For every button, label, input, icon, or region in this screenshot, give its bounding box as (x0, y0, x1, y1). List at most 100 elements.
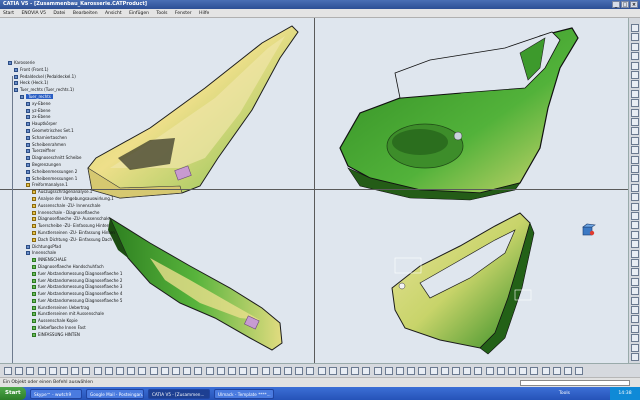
toolbar-tool-icon[interactable] (519, 367, 528, 375)
toolbar-tool-icon[interactable] (295, 367, 304, 375)
toolbar-tool-icon[interactable] (116, 367, 124, 375)
tree-node[interactable]: Scheibenmessungen 1 (8, 176, 158, 183)
toolbar-tool-icon[interactable] (631, 343, 639, 352)
toolbar-tool-icon[interactable] (272, 367, 281, 375)
toolbar-tool-icon[interactable] (149, 367, 158, 375)
tree-node[interactable]: xy-Ebene (8, 101, 158, 108)
toolbar-tool-icon[interactable] (429, 367, 438, 375)
tree-node[interactable]: Kunstlerseinen Uebertrag (8, 305, 158, 312)
command-input[interactable] (520, 380, 630, 386)
toolbar-tool-icon[interactable] (93, 367, 102, 375)
tree-node[interactable]: fuer Abstandsmessung Diagnoseflaeche 4 (8, 291, 158, 298)
toolbar-tool-icon[interactable] (418, 367, 427, 375)
toolbar-tool-icon[interactable] (631, 334, 639, 343)
menu-enovia[interactable]: ENOVIA V5 (18, 9, 49, 18)
toolbar-tool-icon[interactable] (631, 155, 639, 164)
toolbar-tool-icon[interactable] (631, 212, 639, 220)
toolbar-tool-icon[interactable] (631, 306, 639, 314)
toolbar-tool-icon[interactable] (631, 268, 639, 277)
tree-node[interactable]: Kunstlerseinen -ZU- Einfassung Hinten (8, 230, 158, 237)
tree-node[interactable]: fuer Abstandsmessung Diagnoseflaeche 5 (8, 298, 158, 305)
toolbar-tool-icon[interactable] (631, 240, 639, 249)
toolbar-tool-icon[interactable] (216, 367, 225, 375)
tree-node[interactable]: Tuer_rechts (8, 93, 158, 101)
toolbar-tool-icon[interactable] (37, 367, 46, 375)
toolbar-tool-icon[interactable] (631, 249, 639, 258)
toolbar-tool-icon[interactable] (631, 165, 639, 173)
toolbar-tool-icon[interactable] (463, 367, 472, 375)
toolbar-tool-icon[interactable] (631, 193, 639, 202)
toolbar-tool-icon[interactable] (328, 367, 337, 375)
toolbar-tool-icon[interactable] (284, 367, 292, 375)
toolbar-tool-icon[interactable] (496, 367, 505, 375)
toolbar-tool-icon[interactable] (631, 118, 639, 126)
tree-node[interactable]: Tuer_rechts (Tuer_rechts.1) (8, 87, 158, 94)
tree-node[interactable]: Aussenschale Kopie (8, 318, 158, 325)
toolbar-tool-icon[interactable] (631, 230, 639, 239)
tree-node[interactable]: Innenschale (8, 250, 158, 257)
toolbar-tool-icon[interactable] (306, 367, 315, 375)
tree-node[interactable]: Diagnoseflaeche Handschuhfach (8, 264, 158, 271)
toolbar-tool-icon[interactable] (530, 367, 539, 375)
tree-node[interactable]: Hauptkörper (8, 121, 158, 128)
tree-node[interactable]: Innenschale - Diagnoseflaeche (8, 210, 158, 217)
tree-node[interactable]: Scheibenmessungen 2 (8, 169, 158, 176)
toolbar-tool-icon[interactable] (631, 61, 639, 70)
toolbar-tool-icon[interactable] (631, 183, 639, 192)
toolbar-tool-icon[interactable] (194, 367, 203, 375)
toolbar-tool-icon[interactable] (631, 136, 639, 145)
tree-node[interactable]: INNENSCHALE (8, 257, 158, 264)
toolbar-tool-icon[interactable] (564, 367, 572, 375)
task-catia[interactable]: CATIA V5 - [Zusammen... (148, 388, 210, 399)
toolbar-tool-icon[interactable] (631, 202, 639, 211)
toolbar-tool-icon[interactable] (631, 277, 639, 286)
toolbar-tool-icon[interactable] (71, 367, 80, 375)
start-button[interactable]: Start (0, 387, 26, 400)
menu-tools[interactable]: Tools (153, 9, 170, 18)
tree-node[interactable]: Scharniertaschen (8, 135, 158, 142)
toolbar-tool-icon[interactable] (104, 367, 113, 375)
toolbar-tool-icon[interactable] (474, 367, 483, 375)
tree-node[interactable]: Diagnoseschnitt Scheibe (8, 155, 158, 162)
toolbar-tool-icon[interactable] (552, 367, 561, 375)
tree-node[interactable]: Begrenzungen (8, 162, 158, 169)
toolbar-tool-icon[interactable] (631, 146, 639, 155)
toolbar-tool-icon[interactable] (631, 315, 639, 324)
tree-node[interactable]: fuer Abstandsmessung Diagnoseflaeche 3 (8, 284, 158, 291)
tree-node[interactable]: Tuerscheibe -ZU- Einfassung Hinten (8, 223, 158, 230)
tree-node[interactable]: Kunstlerseinen mit Aussenschale (8, 311, 158, 318)
toolbar-tool-icon[interactable] (205, 367, 214, 375)
tree-node[interactable]: Dach Dichtung -ZU- Einfassung Dach (8, 237, 158, 244)
menu-hilfe[interactable]: Hilfe (196, 9, 212, 18)
tree-node[interactable]: Tuerzeiffner (8, 148, 158, 155)
toolbar-tool-icon[interactable] (631, 259, 639, 267)
toolbar-tool-icon[interactable] (452, 367, 460, 375)
tree-node[interactable]: fuer Abstandsmessung Diagnoseflaeche 2 (8, 278, 158, 285)
toolbar-tool-icon[interactable] (440, 367, 449, 375)
toolbar-tool-icon[interactable] (60, 367, 68, 375)
tree-node[interactable]: Front (Front.1) (8, 67, 158, 74)
toolbar-tool-icon[interactable] (541, 367, 550, 375)
toolbar-tool-icon[interactable] (160, 367, 169, 375)
compass-icon[interactable] (580, 223, 596, 239)
toolbar-tool-icon[interactable] (631, 89, 639, 98)
toolbar-tool-icon[interactable] (631, 80, 639, 89)
tree-node[interactable]: zx-Ebene (8, 114, 158, 121)
toolbar-tool-icon[interactable] (228, 367, 236, 375)
tree-node[interactable]: Auszugsschrägenanalyse.1 (8, 189, 158, 196)
toolbar-tool-icon[interactable] (631, 221, 639, 230)
tree-node[interactable]: Analyse der Umgebungsauswirkung.1 (8, 196, 158, 203)
toolbar-tool-icon[interactable] (15, 367, 24, 375)
toolbar-tool-icon[interactable] (384, 367, 393, 375)
task-template[interactable]: Ulmack - Template ****... (214, 388, 274, 399)
tree-node[interactable]: Pedaldeckel (Pedaldeckel.1) (8, 74, 158, 81)
toolbar-tool-icon[interactable] (362, 367, 371, 375)
close-button[interactable]: × (630, 1, 638, 8)
toolbar-tool-icon[interactable] (48, 367, 57, 375)
maximize-button[interactable]: □ (621, 1, 629, 8)
toolbar-tool-icon[interactable] (631, 42, 639, 51)
toolbar-tool-icon[interactable] (183, 367, 192, 375)
menu-ansicht[interactable]: Ansicht (102, 9, 125, 18)
tree-node[interactable]: yz-Ebene (8, 108, 158, 115)
toolbar-tool-icon[interactable] (631, 108, 639, 117)
